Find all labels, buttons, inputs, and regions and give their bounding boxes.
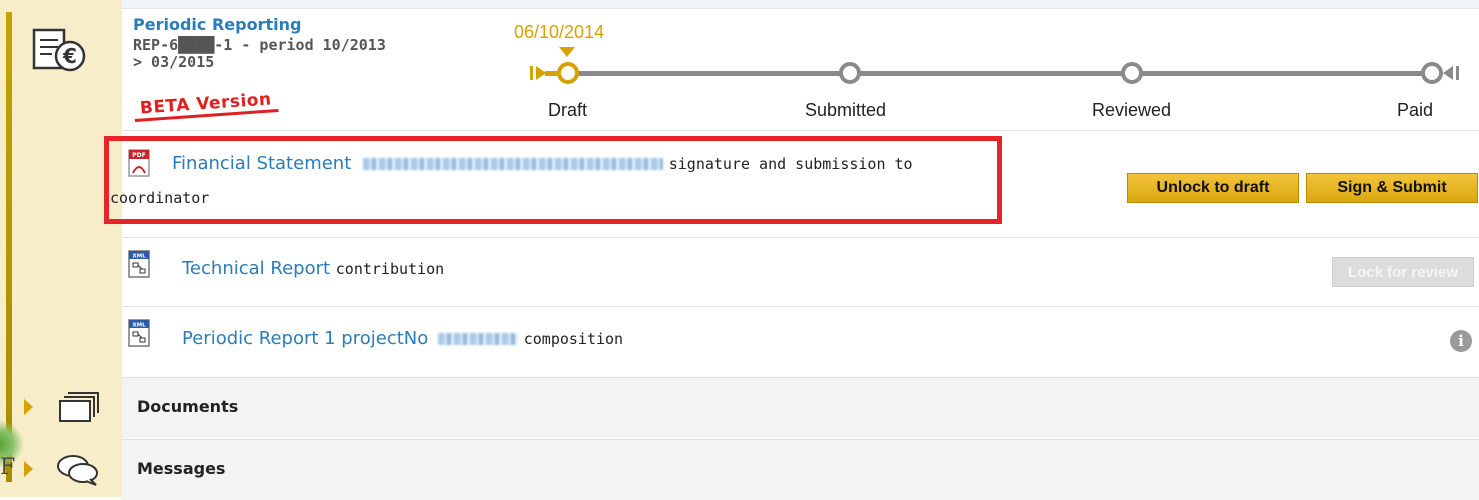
section-messages[interactable]: Messages [0,439,1479,500]
svg-text:€: € [62,44,77,68]
timeline-current-marker [559,47,575,57]
speech-bubbles-icon [57,455,98,486]
timeline-label-submitted: Submitted [805,100,887,120]
euro-report-icon: € [32,28,86,72]
xml-doc-icon[interactable]: XML [128,319,150,347]
report-subtitle-line2: > 03/2015 [133,53,215,71]
periodic-report-link[interactable]: Periodic Report 1 projectNo [182,328,428,349]
status-timeline: 06/10/2014 Draft Submitted Reviewed Paid [514,20,1470,130]
periodic-report-line: Periodic Report 1 projectNo composition [182,328,623,349]
xml-doc-icon[interactable]: XML [128,250,150,278]
top-border [0,0,1479,9]
report-subtitle: REP-6████-1 - period 10/2013 > 03/2015 [133,37,503,71]
highlight-box [104,136,1002,224]
section-bg [122,377,1479,438]
sign-and-submit-button[interactable]: Sign & Submit [1306,173,1478,203]
periodic-report-desc: composition [523,330,624,348]
timeline-node-reviewed [1121,62,1143,84]
section-bg [122,439,1479,500]
technical-report-desc: contribution [335,260,445,278]
timeline-current-date: 06/10/2014 [514,22,605,42]
beta-stamp: BETA Version [133,89,279,122]
folder-icon [59,392,99,422]
timeline-label-draft: Draft [548,100,588,120]
timeline-end-icon [1443,66,1459,80]
info-icon[interactable]: i [1450,330,1472,352]
section-label-documents[interactable]: Documents [137,397,238,416]
svg-text:XML: XML [132,254,146,260]
lock-for-review-button[interactable]: Lock for review [1332,257,1474,287]
technical-report-link[interactable]: Technical Report [182,258,330,279]
unlock-to-draft-button[interactable]: Unlock to draft [1127,173,1299,203]
expand-arrow-icon[interactable] [24,461,33,477]
redacted-project-no [438,333,518,345]
document-row-periodic: XML Periodic Report 1 projectNo composit… [122,307,1479,375]
technical-report-line: Technical Report contribution [182,258,444,279]
report-subtitle-line1: REP-6████-1 - period 10/2013 [133,36,386,54]
section-documents[interactable]: Documents [0,377,1479,438]
svg-text:XML: XML [132,323,146,329]
section-label-messages[interactable]: Messages [137,459,225,478]
timeline-label-paid: Paid [1397,100,1434,120]
report-title[interactable]: Periodic Reporting [133,15,301,34]
document-row-technical: XML Technical Report contribution Lock f… [122,238,1479,306]
timeline-label-reviewed: Reviewed [1092,100,1172,120]
timeline-node-submitted [839,62,861,84]
timeline-node-draft [557,62,579,84]
expand-arrow-icon[interactable] [24,399,33,415]
timeline-track [573,71,1435,76]
